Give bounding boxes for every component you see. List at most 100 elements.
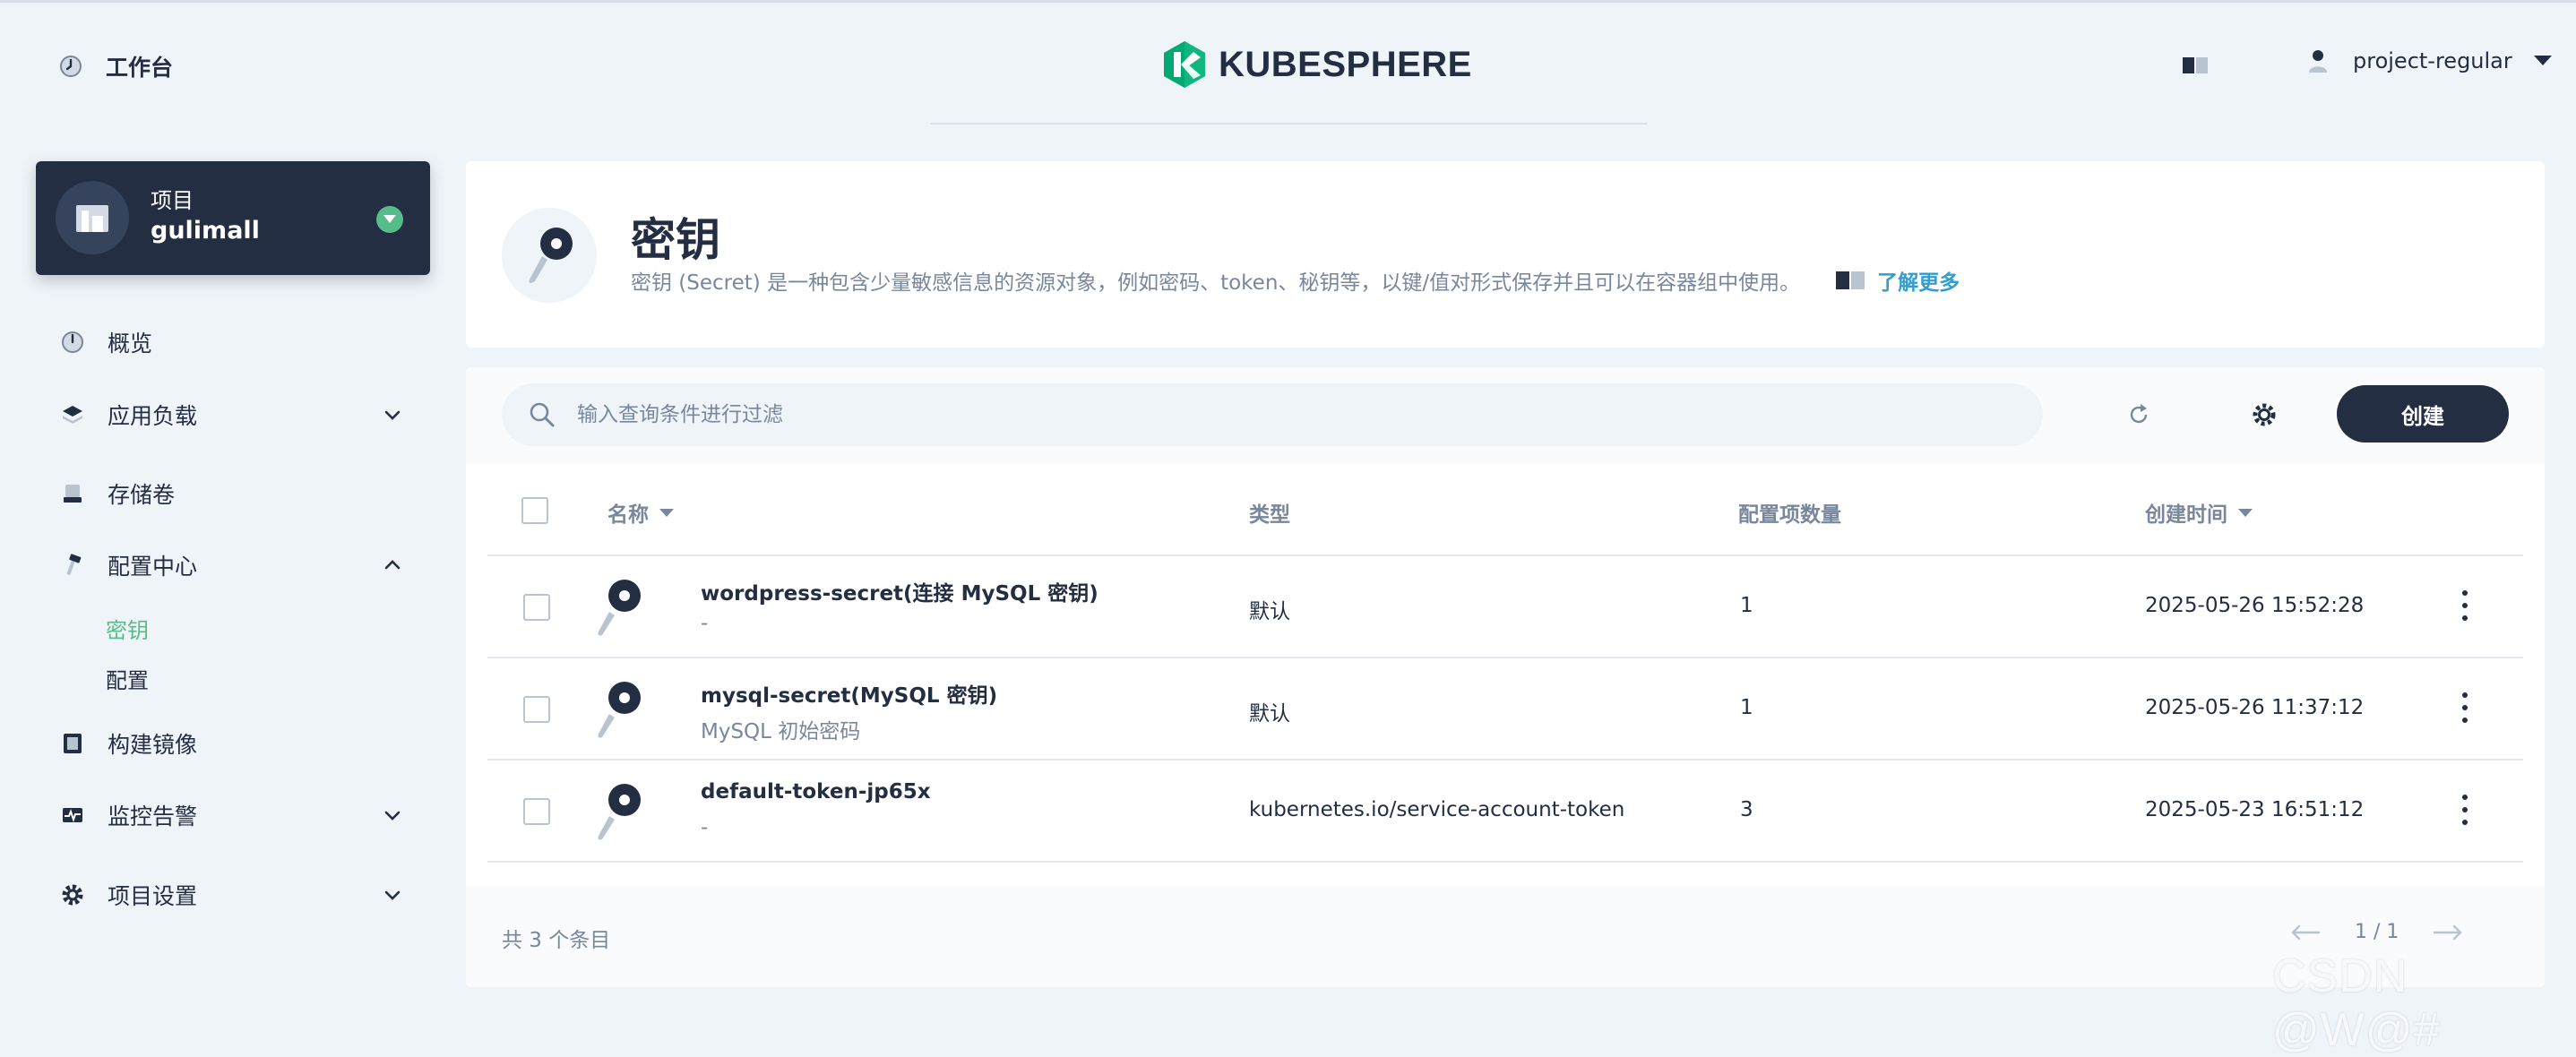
- search-input[interactable]: [577, 403, 1921, 426]
- sidebar-item-label: 构建镜像: [108, 732, 198, 758]
- secret-type: 默认: [1249, 600, 1290, 623]
- learn-more-link[interactable]: 了解更多: [1836, 265, 1960, 296]
- sidebar-item-monitoring[interactable]: 监控告警: [36, 793, 430, 838]
- kubesphere-logo-icon: [1164, 41, 1205, 88]
- column-name[interactable]: 名称: [607, 497, 674, 528]
- hammer-icon: [66, 554, 82, 575]
- refresh-icon[interactable]: [2125, 401, 2152, 428]
- row-checkbox[interactable]: [523, 696, 550, 723]
- sort-icon: [659, 508, 674, 517]
- more-actions-icon[interactable]: [2460, 795, 2469, 825]
- project-switch-icon[interactable]: [376, 206, 403, 233]
- gear-icon[interactable]: [2251, 401, 2278, 428]
- row-checkbox[interactable]: [523, 798, 550, 825]
- total-count: 共 3 个条目: [502, 929, 611, 952]
- workbench-link[interactable]: 工作台: [59, 50, 173, 82]
- monitor-icon: [63, 808, 82, 823]
- storage-icon: [64, 485, 82, 503]
- logo-text: KUBESPHERE: [1219, 44, 1472, 84]
- page-description: 密钥 (Secret) 是一种包含少量敏感信息的资源对象，例如密码、token、…: [631, 265, 1960, 296]
- page-header-card: 密钥 密钥 (Secret) 是一种包含少量敏感信息的资源对象，例如密码、tok…: [466, 161, 2545, 348]
- caret-down-icon: [2533, 56, 2552, 65]
- sidebar-item-image-builder[interactable]: 构建镜像: [36, 721, 430, 766]
- column-name-label: 名称: [607, 503, 649, 527]
- book-icon: [1836, 271, 1865, 289]
- gear-icon: [62, 884, 83, 906]
- secret-description: -: [701, 816, 709, 839]
- column-item-count: 配置项数量: [1738, 497, 1841, 528]
- table-row[interactable]: wordpress-secret(连接 MySQL 密钥) - 默认 1 202…: [487, 556, 2523, 658]
- chevron-down-icon: [384, 811, 401, 821]
- sidebar-subitem-configmaps[interactable]: 配置: [106, 663, 149, 694]
- table-row[interactable]: default-token-jp65x - kubernetes.io/serv…: [487, 761, 2523, 863]
- sidebar-item-label: 项目设置: [108, 883, 198, 909]
- sidebar-item-label: 监控告警: [108, 803, 198, 829]
- select-all-checkbox[interactable]: [521, 497, 548, 524]
- chevron-down-icon: [384, 890, 401, 900]
- dashboard-icon: [62, 331, 83, 353]
- secret-created-time: 2025-05-26 15:52:28: [2145, 594, 2365, 617]
- list-toolbar: 创建: [466, 367, 2545, 463]
- secret-name[interactable]: mysql-secret(MySQL 密钥): [701, 678, 997, 709]
- arrow-left-icon[interactable]: [2290, 924, 2321, 941]
- layers-icon: [63, 406, 82, 424]
- page-title: 密钥: [631, 214, 720, 266]
- secret-item-count: 1: [1740, 696, 1753, 719]
- chevron-down-icon: [384, 410, 401, 420]
- sidebar-item-volumes[interactable]: 存储卷: [36, 471, 430, 516]
- sidebar-item-workloads[interactable]: 应用负载: [36, 392, 430, 437]
- project-icon: [76, 205, 108, 232]
- create-button[interactable]: 创建: [2337, 385, 2509, 443]
- search-icon: [530, 402, 555, 427]
- documentation-icon[interactable]: [2183, 56, 2208, 75]
- secret-type: 默认: [1249, 702, 1290, 726]
- secret-name[interactable]: wordpress-secret(连接 MySQL 密钥): [701, 576, 1098, 606]
- top-bar: 工作台 KUBESPHERE project-regular: [0, 0, 2576, 125]
- sidebar-item-label: 概览: [108, 331, 153, 357]
- list-footer: 共 3 个条目 1 / 1: [466, 885, 2545, 987]
- top-divider: [930, 123, 1647, 125]
- image-builder-icon: [64, 734, 82, 753]
- chevron-up-icon: [384, 560, 401, 570]
- sort-icon: [2238, 508, 2253, 517]
- more-actions-icon[interactable]: [2460, 590, 2469, 621]
- secret-key-icon: [502, 208, 597, 303]
- column-type-label: 类型: [1249, 503, 1290, 527]
- key-icon: [598, 580, 641, 636]
- secret-created-time: 2025-05-26 11:37:12: [2145, 696, 2365, 719]
- row-checkbox[interactable]: [523, 594, 550, 621]
- sidebar-subitem-secrets[interactable]: 密钥: [106, 613, 149, 644]
- secret-item-count: 3: [1740, 798, 1753, 821]
- sidebar-item-overview[interactable]: 概览: [36, 320, 430, 365]
- workbench-label: 工作台: [106, 55, 174, 81]
- learn-more-label: 了解更多: [1877, 271, 1960, 295]
- table-row[interactable]: mysql-secret(MySQL 密钥) MySQL 初始密码 默认 1 2…: [487, 658, 2523, 761]
- column-count-label: 配置项数量: [1738, 503, 1841, 527]
- project-avatar: [56, 181, 129, 254]
- kubesphere-logo[interactable]: KUBESPHERE: [1161, 39, 1472, 90]
- secret-item-count: 1: [1740, 594, 1753, 617]
- arrow-right-icon[interactable]: [2433, 924, 2463, 941]
- secret-description: -: [701, 612, 709, 635]
- column-created-label: 创建时间: [2145, 503, 2227, 527]
- column-created-time[interactable]: 创建时间: [2145, 497, 2253, 528]
- pagination: 1 / 1: [2290, 921, 2463, 943]
- user-menu[interactable]: project-regular: [2308, 48, 2552, 73]
- user-icon: [2309, 50, 2327, 73]
- more-actions-icon[interactable]: [2460, 692, 2469, 723]
- project-type-label: 项目: [151, 188, 194, 213]
- search-bar[interactable]: [502, 383, 2043, 446]
- username: project-regular: [2353, 48, 2512, 73]
- sidebar-item-config-center[interactable]: 配置中心: [36, 543, 430, 588]
- sidebar-item-label: 配置中心: [108, 554, 198, 580]
- sidebar-item-project-settings[interactable]: 项目设置: [36, 872, 430, 917]
- watermark: CSDN @W@#: [2272, 950, 2441, 1056]
- secret-description: MySQL 初始密码: [701, 720, 861, 743]
- project-selector[interactable]: 项目 gulimall: [36, 161, 430, 275]
- key-icon: [598, 682, 641, 738]
- page-indicator: 1 / 1: [2355, 921, 2399, 943]
- secret-name[interactable]: default-token-jp65x: [701, 780, 931, 803]
- table-header: 名称 类型 配置项数量 创建时间: [487, 463, 2523, 556]
- secrets-list-card: 创建 名称 类型 配置项数量 创建时间 wordpress-secret(连接 …: [466, 367, 2545, 987]
- project-name: gulimall: [151, 217, 260, 245]
